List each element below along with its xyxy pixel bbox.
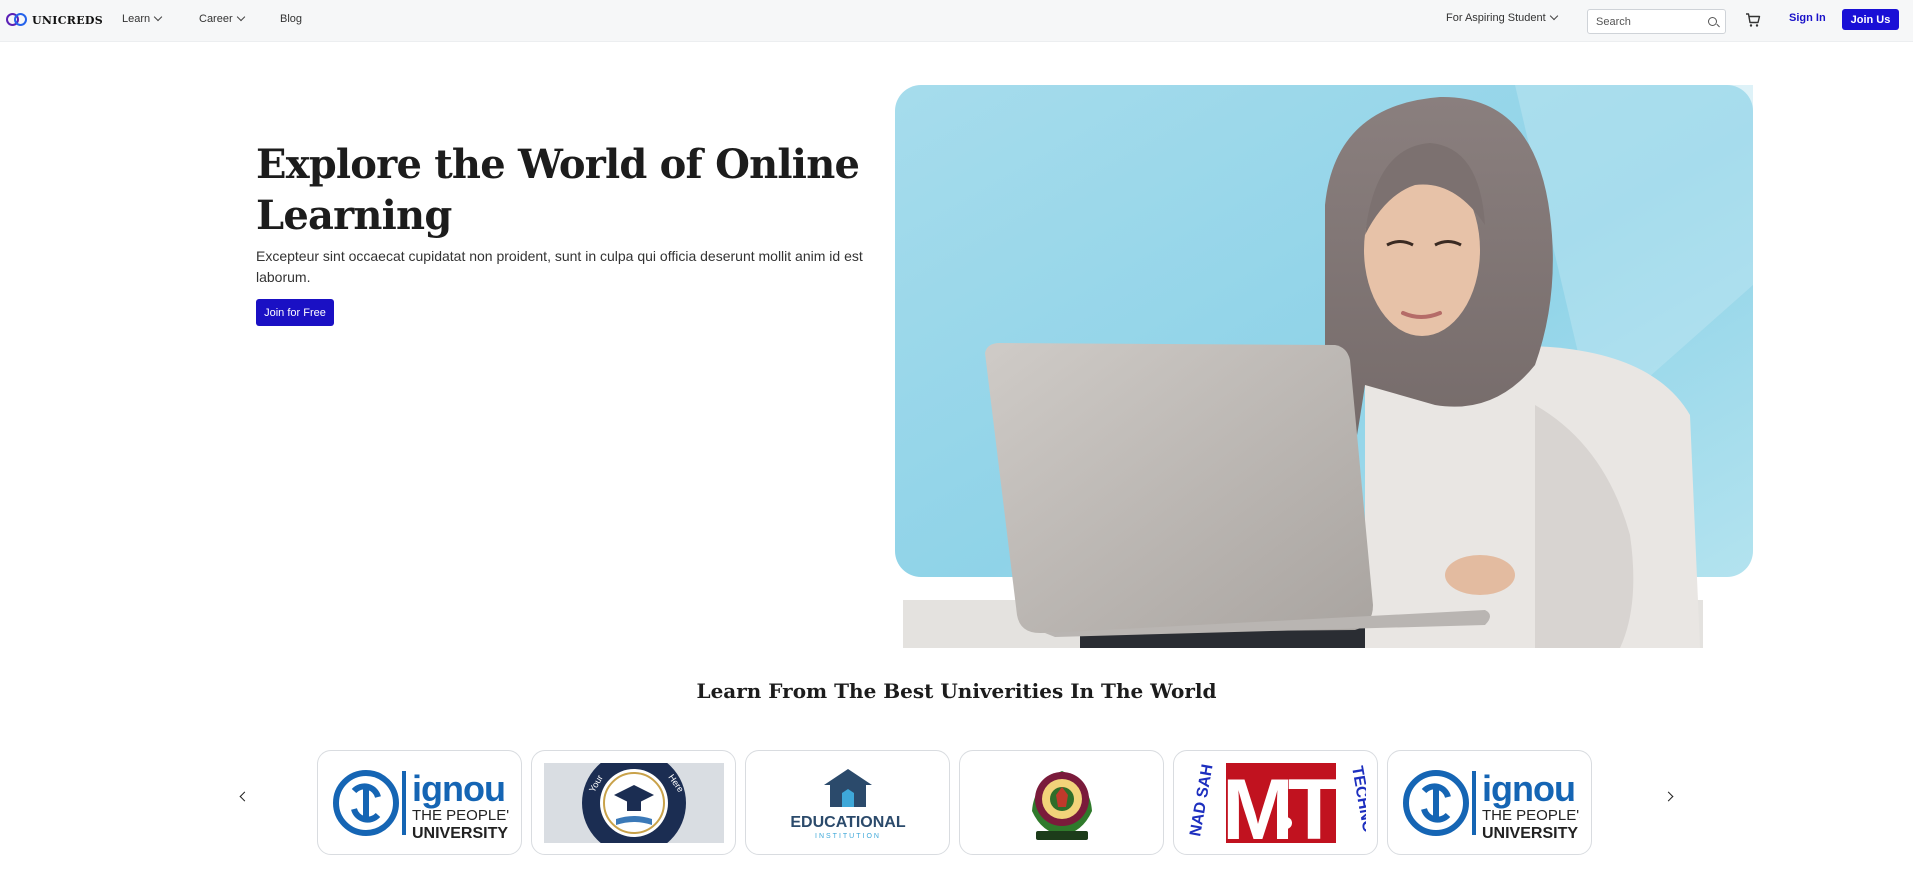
ignou-tagline: THE PEOPLE'S — [412, 807, 510, 824]
ignou-tagline: THE PEOPLE'S — [1482, 807, 1580, 824]
ignou-tagline2: UNIVERSITY — [412, 825, 508, 842]
university-card[interactable]: Your Here — [531, 750, 736, 855]
ignou-wordmark: ignou — [1482, 768, 1575, 809]
ignou-tagline2: UNIVERSITY — [1482, 825, 1578, 842]
sign-in-link[interactable]: Sign In — [1789, 12, 1826, 24]
edu-wordmark: EDUCATIONAL — [790, 814, 905, 831]
audience-dropdown[interactable]: For Aspiring Student — [1446, 11, 1558, 24]
join-for-free-button[interactable]: Join for Free — [256, 299, 334, 326]
search-box — [1587, 9, 1726, 34]
audience-label: For Aspiring Student — [1446, 12, 1546, 24]
nav-career[interactable]: Career — [199, 12, 245, 25]
chevron-down-icon — [236, 12, 245, 22]
hero-subtitle: Excepteur sint occaecat cupidatat non pr… — [256, 248, 863, 285]
nav-learn-label: Learn — [122, 13, 151, 25]
university-card[interactable]: ignou THE PEOPLE'S UNIVERSITY — [1387, 750, 1592, 855]
chevron-down-icon — [1549, 11, 1558, 21]
mit-logo: M T NAD SAH TECHNO — [1187, 763, 1366, 843]
join-us-button[interactable]: Join Us — [1842, 9, 1899, 30]
university-card[interactable] — [959, 750, 1164, 855]
carousel-prev-icon[interactable] — [238, 790, 250, 802]
navbar: UNICREDS Learn Career Blog For Aspiring … — [0, 0, 1913, 42]
ignou-wordmark: ignou — [412, 768, 505, 809]
ignou-logo: ignou THE PEOPLE'S UNIVERSITY — [333, 768, 510, 842]
mit-arc-left: NAD SAH — [1187, 763, 1216, 838]
mit-letter-m: M — [1222, 763, 1294, 843]
brand-name: UNICREDS — [32, 13, 103, 27]
university-card[interactable]: EDUCATIONAL INSTITUTION — [745, 750, 950, 855]
mit-letter-t: T — [1288, 763, 1341, 843]
academy-seal-logo: Your Here — [544, 763, 724, 843]
search-icon[interactable] — [1708, 17, 1717, 26]
nav-blog-label: Blog — [280, 13, 303, 25]
emblem-logo — [1032, 771, 1092, 840]
mit-arc-right: TECHNO — [1348, 765, 1366, 834]
universities-title: Learn From The Best Univerities In The W… — [696, 679, 1217, 703]
nav-career-label: Career — [199, 13, 233, 25]
edu-tagline: INSTITUTION — [815, 833, 881, 840]
ignou-logo: ignou THE PEOPLE'S UNIVERSITY — [1403, 768, 1580, 842]
hero-image — [895, 85, 1753, 648]
brand-logo[interactable]: UNICREDS — [6, 12, 103, 28]
educational-institution-logo: EDUCATIONAL INSTITUTION — [790, 769, 906, 840]
cart-icon[interactable] — [1745, 12, 1761, 28]
search-input[interactable] — [1588, 10, 1698, 33]
logo-icon — [6, 12, 28, 28]
university-card[interactable]: ignou THE PEOPLE'S UNIVERSITY — [317, 750, 522, 855]
chevron-down-icon — [153, 12, 163, 22]
university-card[interactable]: M T NAD SAH TECHNO — [1173, 750, 1378, 855]
nav-blog[interactable]: Blog — [280, 13, 302, 25]
nav-learn[interactable]: Learn — [122, 12, 163, 25]
carousel-next-icon[interactable] — [1662, 790, 1674, 802]
hero-title: Explore the World of Online Learning — [256, 141, 860, 239]
